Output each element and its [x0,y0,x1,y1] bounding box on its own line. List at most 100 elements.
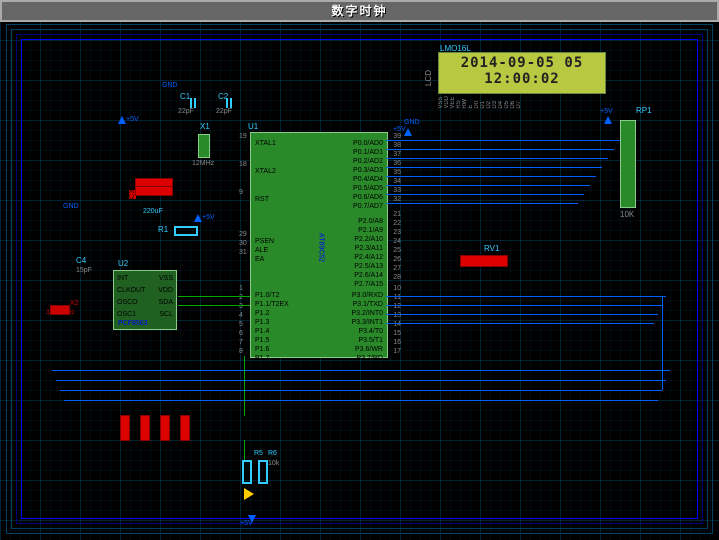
lcd-line2: 12:00:02 [439,71,605,87]
mcu-pin: P2.5/A13 [354,263,383,270]
rv1-ref: RV1 [484,244,499,253]
c1-val: 22pF [178,108,194,115]
lcd-name: LCD [424,70,433,86]
rtc-pin: OSCO [117,299,138,306]
x2-val: 32.768kHz [46,310,75,316]
lcd-pin: D1 [480,96,484,109]
mcu-pin-num: 8 [239,348,243,355]
mcu-pin-num: 19 [239,133,247,140]
lcd-pin: D7 [516,96,520,109]
rtc-pin: CLKOUT [117,287,145,294]
mcu-pin: P1.1/T2EX [255,301,289,308]
mcu-pin: P2.3/A11 [355,245,383,252]
button-k2[interactable] [140,415,150,441]
mcu-pin: P2.6/A14 [354,272,383,279]
button-row[interactable] [135,186,173,196]
mcu-pin-num: 26 [393,256,401,263]
resistor-pack [620,120,636,208]
v5-arrow-2 [194,214,202,222]
schematic-canvas: 数字时钟 LMO16L LCD 2014-09-05 05 12:00:02 V… [0,0,719,540]
rtc-pin: VSS [159,275,173,282]
lcd-pin: E [468,96,472,109]
mcu-pin-num: 34 [393,178,401,185]
mcu-pin-num: 37 [393,151,401,158]
mcu-pin-num: 31 [239,249,247,256]
mcu-pin-num: 7 [239,339,243,346]
mcu-pin-num: 15 [393,330,401,337]
title-frame: 数字时钟 [0,0,719,22]
x1-ref: X1 [200,122,210,131]
led-wire [244,440,245,460]
bottom-rail-2 [56,380,666,381]
mcu-pin: P2.4/A12 [354,254,383,261]
mcu-pin: P0.0/AD0 [353,140,383,147]
lcd-pin: D4 [498,96,502,109]
lcd-line1: 2014-09-05 05 [439,55,605,71]
mcu-pin: P2.1/A9 [358,227,383,234]
mcu-pin-num: 32 [393,196,401,203]
lcd-pin: D5 [504,96,508,109]
mcu-pin: P0.7/AD7 [353,203,383,210]
bus-wire [386,203,578,204]
led-icon [244,488,254,500]
rtc-pin: SDA [159,299,173,306]
c1-ref: C1 [180,92,190,101]
mcu-pin-num: 17 [393,348,401,355]
mcu-part: AT89C52 [317,233,324,262]
button-k1[interactable] [120,415,130,441]
mcu-pin: P1.4 [255,328,269,335]
mcu-pin-num: 1 [239,285,243,292]
button-k3[interactable] [160,415,170,441]
mcu-pin: XTAL2 [255,168,276,175]
mcu-pin: EA [255,256,264,263]
mcu-pin-num: 30 [239,240,247,247]
bus-wire [386,185,590,186]
mcu-pin-num: 33 [393,187,401,194]
r6-ref: R6 [268,450,277,457]
button-k4[interactable] [180,415,190,441]
rtc-part: PCF8563 [118,320,148,327]
bus-wire [386,167,602,168]
v5-arrow-4 [604,116,612,124]
rtc-pin: VDD [158,287,173,294]
lcd-display: 2014-09-05 05 12:00:02 [438,52,606,94]
mcu-pin-num: 29 [239,231,247,238]
r1-res [174,226,198,236]
mcu-pin: P2.2/A10 [354,236,383,243]
mcu-pin: RST [255,196,269,203]
mcu-pin: P0.6/AD6 [353,194,383,201]
r5-ref: R5 [254,450,263,457]
v5-arrow [118,116,126,124]
lcd-pin: VDD [444,96,448,109]
mcu-pin: P0.3/AD3 [353,167,383,174]
mcu-pin-num: 27 [393,265,401,272]
rv1-pot[interactable] [460,255,508,267]
bus-wire [386,176,596,177]
v5-label-5: +5V [240,520,253,527]
mcu-pin: P3.0/RXD [352,292,383,299]
x1-crystal [198,134,210,158]
mcu-pin-num: 38 [393,142,401,149]
r1-ref: R1 [158,225,168,234]
scl-wire [178,305,250,306]
r6-res [258,460,268,484]
mcu-pin: P2.7/A15 [354,281,383,288]
gnd-label-2: GND [404,119,420,126]
mcu-pin: P3.4/T0 [358,328,383,335]
cap-val: 220uF [143,208,163,215]
mcu-pin: P0.1/AD1 [353,149,383,156]
bottom-rail [60,390,662,391]
lcd-pin: VSS [438,96,442,109]
mcu-pin-num: 25 [393,247,401,254]
led-feed [244,356,245,416]
v5-label: +5V [126,116,139,123]
lcd-pin: D2 [486,96,490,109]
mcu-pin-num: 23 [393,229,401,236]
rtc-pin: OSC1 [117,311,136,318]
bottom-rail-4 [64,400,658,401]
rtc-pin: SCL [159,311,173,318]
mcu-pin-num: 4 [239,312,243,319]
gnd-label: GND [63,203,79,210]
mcu-pin-num: 16 [393,339,401,346]
mcu-pin: P3.2/INT0 [351,310,383,317]
